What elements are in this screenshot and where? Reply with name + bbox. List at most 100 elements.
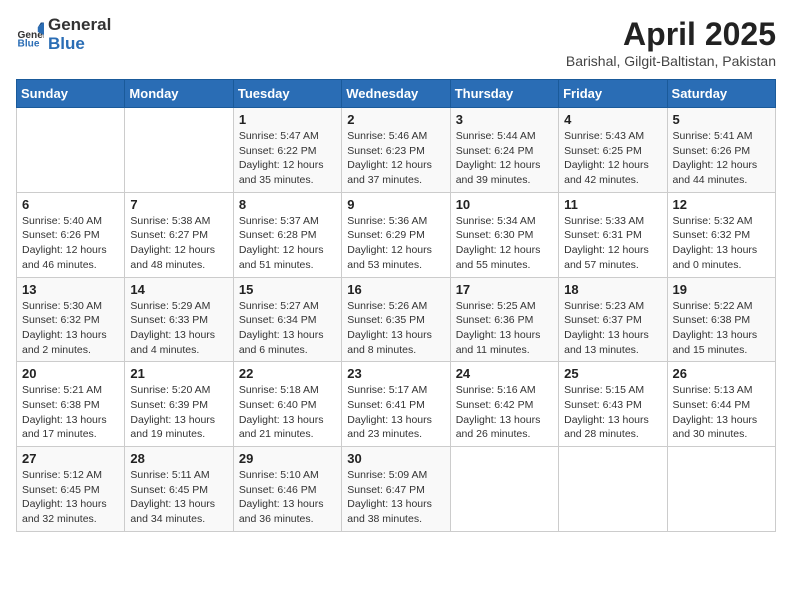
day-info: Sunrise: 5:27 AMSunset: 6:34 PMDaylight:… — [239, 299, 336, 358]
sunrise-text: Sunrise: 5:33 AM — [564, 214, 661, 229]
calendar-cell: 27Sunrise: 5:12 AMSunset: 6:45 PMDayligh… — [17, 447, 125, 532]
day-number: 8 — [239, 197, 336, 212]
daylight-text: Daylight: 12 hours and 37 minutes. — [347, 158, 444, 187]
day-number: 30 — [347, 451, 444, 466]
sunrise-text: Sunrise: 5:15 AM — [564, 383, 661, 398]
calendar-week-1: 1Sunrise: 5:47 AMSunset: 6:22 PMDaylight… — [17, 108, 776, 193]
sunset-text: Sunset: 6:34 PM — [239, 313, 336, 328]
sunrise-text: Sunrise: 5:38 AM — [130, 214, 227, 229]
sunrise-text: Sunrise: 5:10 AM — [239, 468, 336, 483]
day-number: 25 — [564, 366, 661, 381]
calendar-cell: 2Sunrise: 5:46 AMSunset: 6:23 PMDaylight… — [342, 108, 450, 193]
sunset-text: Sunset: 6:32 PM — [673, 228, 770, 243]
day-info: Sunrise: 5:25 AMSunset: 6:36 PMDaylight:… — [456, 299, 553, 358]
day-number: 20 — [22, 366, 119, 381]
calendar-cell: 5Sunrise: 5:41 AMSunset: 6:26 PMDaylight… — [667, 108, 775, 193]
day-number: 18 — [564, 282, 661, 297]
sunrise-text: Sunrise: 5:17 AM — [347, 383, 444, 398]
sunrise-text: Sunrise: 5:09 AM — [347, 468, 444, 483]
day-number: 17 — [456, 282, 553, 297]
daylight-text: Daylight: 13 hours and 13 minutes. — [564, 328, 661, 357]
sunrise-text: Sunrise: 5:23 AM — [564, 299, 661, 314]
sunset-text: Sunset: 6:47 PM — [347, 483, 444, 498]
weekday-header-friday: Friday — [559, 80, 667, 108]
daylight-text: Daylight: 13 hours and 8 minutes. — [347, 328, 444, 357]
sunset-text: Sunset: 6:45 PM — [22, 483, 119, 498]
calendar-cell: 4Sunrise: 5:43 AMSunset: 6:25 PMDaylight… — [559, 108, 667, 193]
sunset-text: Sunset: 6:46 PM — [239, 483, 336, 498]
day-number: 10 — [456, 197, 553, 212]
day-info: Sunrise: 5:09 AMSunset: 6:47 PMDaylight:… — [347, 468, 444, 527]
day-info: Sunrise: 5:33 AMSunset: 6:31 PMDaylight:… — [564, 214, 661, 273]
day-info: Sunrise: 5:16 AMSunset: 6:42 PMDaylight:… — [456, 383, 553, 442]
calendar-week-4: 20 Sunrise: 5:21 AMSunset: 6:38 PMDayligh… — [17, 362, 776, 447]
daylight-text: Daylight: 12 hours and 53 minutes. — [347, 243, 444, 272]
day-info: Sunrise: 5:36 AMSunset: 6:29 PMDaylight:… — [347, 214, 444, 273]
sunset-text: Sunset: 6:28 PM — [239, 228, 336, 243]
sunrise-text: Sunrise: 5:20 AM — [130, 383, 227, 398]
sunset-text: Sunset: 6:26 PM — [22, 228, 119, 243]
daylight-text: Daylight: 13 hours and 4 minutes. — [130, 328, 227, 357]
daylight-text: Daylight: 12 hours and 35 minutes. — [239, 158, 336, 187]
title-block: April 2025 Barishal, Gilgit-Baltistan, P… — [566, 16, 776, 69]
day-number: 29 — [239, 451, 336, 466]
calendar-cell — [17, 108, 125, 193]
calendar-cell: 15Sunrise: 5:27 AMSunset: 6:34 PMDayligh… — [233, 277, 341, 362]
calendar-cell: 12Sunrise: 5:32 AMSunset: 6:32 PMDayligh… — [667, 192, 775, 277]
day-number: 4 — [564, 112, 661, 127]
daylight-text: Daylight: 12 hours and 48 minutes. — [130, 243, 227, 272]
daylight-text: Daylight: 13 hours and 21 minutes. — [239, 413, 336, 442]
calendar-cell: 14Sunrise: 5:29 AMSunset: 6:33 PMDayligh… — [125, 277, 233, 362]
sunset-text: Sunset: 6:31 PM — [564, 228, 661, 243]
calendar-cell: 20 Sunrise: 5:21 AMSunset: 6:38 PMDayligh… — [17, 362, 125, 447]
calendar-table: SundayMondayTuesdayWednesdayThursdayFrid… — [16, 79, 776, 532]
sunrise-text: Sunrise: 5:41 AM — [673, 129, 770, 144]
sunset-text: Sunset: 6:42 PM — [456, 398, 553, 413]
sunset-text: Sunset: 6:43 PM — [564, 398, 661, 413]
day-number: 11 — [564, 197, 661, 212]
daylight-text: Daylight: 12 hours and 55 minutes. — [456, 243, 553, 272]
day-number: 24 — [456, 366, 553, 381]
day-info: Sunrise: 5:21 AMSunset: 6:38 PMDaylight:… — [22, 383, 119, 442]
sunset-text: Sunset: 6:44 PM — [673, 398, 770, 413]
day-number: 21 — [130, 366, 227, 381]
sunrise-text: Sunrise: 5:36 AM — [347, 214, 444, 229]
day-number: 16 — [347, 282, 444, 297]
sunset-text: Sunset: 6:41 PM — [347, 398, 444, 413]
daylight-text: Daylight: 13 hours and 38 minutes. — [347, 497, 444, 526]
logo-blue-text: Blue — [48, 35, 111, 54]
calendar-cell: 6Sunrise: 5:40 AMSunset: 6:26 PMDaylight… — [17, 192, 125, 277]
sunset-text: Sunset: 6:37 PM — [564, 313, 661, 328]
sunrise-text: Sunrise: 5:44 AM — [456, 129, 553, 144]
calendar-cell: 8 Sunrise: 5:37 AMSunset: 6:28 PMDaylight… — [233, 192, 341, 277]
calendar-cell: 17 Sunrise: 5:25 AMSunset: 6:36 PMDayligh… — [450, 277, 558, 362]
day-number: 9 — [347, 197, 444, 212]
day-info: Sunrise: 5:44 AMSunset: 6:24 PMDaylight:… — [456, 129, 553, 188]
logo-general-text: General — [48, 16, 111, 35]
day-number: 12 — [673, 197, 770, 212]
sunset-text: Sunset: 6:33 PM — [130, 313, 227, 328]
weekday-header-wednesday: Wednesday — [342, 80, 450, 108]
sunset-text: Sunset: 6:38 PM — [22, 398, 119, 413]
calendar-header: SundayMondayTuesdayWednesdayThursdayFrid… — [17, 80, 776, 108]
day-info: Sunrise: 5:30 AMSunset: 6:32 PMDaylight:… — [22, 299, 119, 358]
daylight-text: Daylight: 13 hours and 2 minutes. — [22, 328, 119, 357]
day-info: Sunrise: 5:46 AMSunset: 6:23 PMDaylight:… — [347, 129, 444, 188]
calendar-week-3: 13Sunrise: 5:30 AMSunset: 6:32 PMDayligh… — [17, 277, 776, 362]
daylight-text: Daylight: 12 hours and 51 minutes. — [239, 243, 336, 272]
day-info: Sunrise: 5:37 AMSunset: 6:28 PMDaylight:… — [239, 214, 336, 273]
calendar-week-5: 27Sunrise: 5:12 AMSunset: 6:45 PMDayligh… — [17, 447, 776, 532]
day-info: Sunrise: 5:26 AMSunset: 6:35 PMDaylight:… — [347, 299, 444, 358]
sunset-text: Sunset: 6:27 PM — [130, 228, 227, 243]
sunrise-text: Sunrise: 5:12 AM — [22, 468, 119, 483]
sunset-text: Sunset: 6:24 PM — [456, 144, 553, 159]
calendar-cell: 24 Sunrise: 5:16 AMSunset: 6:42 PMDayligh… — [450, 362, 558, 447]
sunset-text: Sunset: 6:22 PM — [239, 144, 336, 159]
svg-text:Blue: Blue — [18, 38, 40, 48]
calendar-cell: 16 Sunrise: 5:26 AMSunset: 6:35 PMDayligh… — [342, 277, 450, 362]
daylight-text: Daylight: 13 hours and 28 minutes. — [564, 413, 661, 442]
calendar-cell: 22Sunrise: 5:18 AMSunset: 6:40 PMDayligh… — [233, 362, 341, 447]
calendar-cell: 18 Sunrise: 5:23 AMSunset: 6:37 PMDayligh… — [559, 277, 667, 362]
logo: General Blue General Blue — [16, 16, 111, 53]
sunrise-text: Sunrise: 5:46 AM — [347, 129, 444, 144]
